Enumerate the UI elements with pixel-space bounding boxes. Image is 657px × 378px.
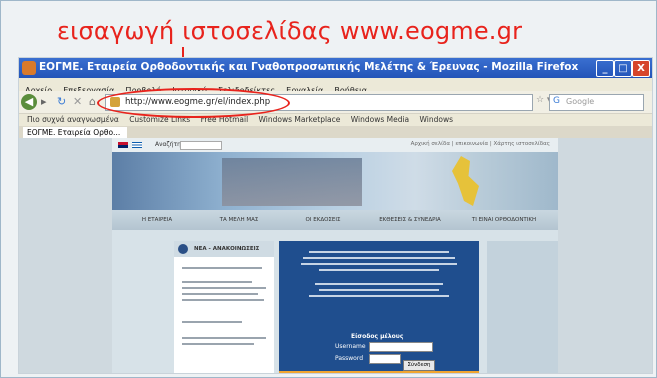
login-button[interactable]: Σύνδεση [403, 360, 435, 371]
bookmark-item[interactable]: Windows Media [351, 114, 409, 126]
tab-eogme[interactable]: ΕΟΓΜΕ. Εταιρεία Ορθο... [23, 127, 127, 138]
site-banner [112, 152, 558, 210]
window-title: ΕΟΓΜΕ. Εταιρεία Ορθοδοντικής και Γναθοπρ… [39, 61, 579, 73]
info-text [319, 289, 439, 291]
home-icon[interactable]: ⌂ [89, 94, 96, 110]
site-top-links[interactable]: Αρχική σελίδα | επικοινωνία | Χάρτης ιστ… [411, 141, 550, 147]
banner-photo [222, 158, 362, 206]
news-header: ΝΕΑ - ΑΝΑΚΟΙΝΩΣΕΙΣ [174, 241, 274, 257]
news-text [182, 337, 266, 339]
annotation-url-highlight [97, 88, 290, 118]
info-panel: Είσοδος μέλους Username Password Σύνδεση [279, 241, 479, 373]
title-bar: ΕΟΓΜΕ. Εταιρεία Ορθοδοντικής και Γναθοπρ… [19, 58, 652, 78]
login-title: Είσοδος μέλους [351, 333, 404, 340]
menu-bar: Αρχείο Επεξεργασία Προβολή Ιστορικό Σελι… [19, 78, 652, 95]
site-navigation: Η ΕΤΑΙΡΕΙΑ ΤΑ ΜΕΛΗ ΜΑΣ ΟΙ ΕΚΔΟΣΕΙΣ ΕΚΘΕΣ… [112, 210, 558, 230]
site-search-input[interactable] [180, 141, 222, 150]
reload-icon[interactable]: ↻ [57, 94, 66, 110]
news-text [182, 299, 264, 301]
greece-map-image [452, 156, 479, 206]
search-engine-icon: G [553, 96, 560, 106]
site-nav-item[interactable]: ΤΙ ΕΙΝΑΙ ΟΡΘΟΔΟΝΤΙΚΗ [458, 210, 550, 230]
back-arrow-icon[interactable]: ◀ [21, 94, 37, 110]
minimize-button[interactable]: _ [596, 60, 614, 77]
bookmark-item[interactable]: Πιο συχνά αναγνωσμένα [27, 114, 119, 126]
screenshot-frame: εισαγωγή ιστοσελίδας www.eogme.gr ΕΟΓΜΕ.… [0, 0, 657, 378]
news-text [182, 267, 262, 269]
news-panel: ΝΕΑ - ΑΝΑΚΟΙΝΩΣΕΙΣ [174, 241, 274, 373]
site-nav-item[interactable]: ΤΑ ΜΕΛΗ ΜΑΣ [204, 210, 274, 230]
username-input[interactable] [369, 342, 433, 352]
info-text [303, 257, 455, 259]
bookmark-item[interactable]: Windows [420, 114, 453, 126]
tab-bar: ΕΟΓΜΕ. Εταιρεία Ορθο... [19, 126, 652, 138]
right-column [487, 241, 558, 373]
news-text [182, 287, 266, 289]
search-input[interactable]: G Google [549, 94, 644, 111]
english-flag-icon[interactable] [118, 142, 128, 148]
password-input[interactable] [369, 354, 401, 364]
bookmark-item[interactable]: Windows Marketplace [259, 114, 341, 126]
close-button[interactable]: X [632, 60, 650, 77]
info-text [309, 251, 449, 253]
browser-window: ΕΟΓΜΕ. Εταιρεία Ορθοδοντικής και Γναθοπρ… [19, 58, 652, 373]
page-viewport: Αναζήτηση Αρχική σελίδα | επικοινωνία | … [19, 138, 652, 373]
site-nav-item[interactable]: ΟΙ ΕΚΔΟΣΕΙΣ [288, 210, 358, 230]
news-text [182, 293, 258, 295]
orange-divider [279, 371, 479, 373]
site-top-strip: Αναζήτηση Αρχική σελίδα | επικοινωνία | … [112, 138, 558, 152]
news-text [182, 343, 254, 345]
search-placeholder: Google [566, 97, 595, 106]
bookmarks-toolbar: Πιο συχνά αναγνωσμένα Customize Links Fr… [19, 114, 652, 126]
news-text [182, 281, 252, 283]
news-title: ΝΕΑ - ΑΝΑΚΟΙΝΩΣΕΙΣ [194, 246, 260, 252]
maximize-button[interactable]: □ [614, 60, 632, 77]
info-text [301, 263, 457, 265]
site-nav-item[interactable]: ΕΚΘΕΣΕΙΣ & ΣΥΝΕΔΡΙΑ [370, 210, 450, 230]
info-text [319, 269, 439, 271]
password-label: Password [335, 355, 364, 362]
greek-flag-icon[interactable] [132, 142, 142, 148]
info-text [309, 295, 449, 297]
username-label: Username [335, 343, 366, 350]
site-nav-item[interactable]: Η ΕΤΑΙΡΕΙΑ [122, 210, 192, 230]
firefox-icon [22, 61, 36, 75]
stop-icon[interactable]: ✕ [73, 94, 82, 110]
info-text [315, 283, 443, 285]
news-icon [178, 244, 188, 254]
news-text [182, 321, 242, 323]
forward-arrow-icon[interactable]: ▸ [41, 94, 47, 110]
eogme-website: Αναζήτηση Αρχική σελίδα | επικοινωνία | … [112, 138, 558, 373]
annotation-caption: εισαγωγή ιστοσελίδας www.eogme.gr [57, 17, 523, 45]
